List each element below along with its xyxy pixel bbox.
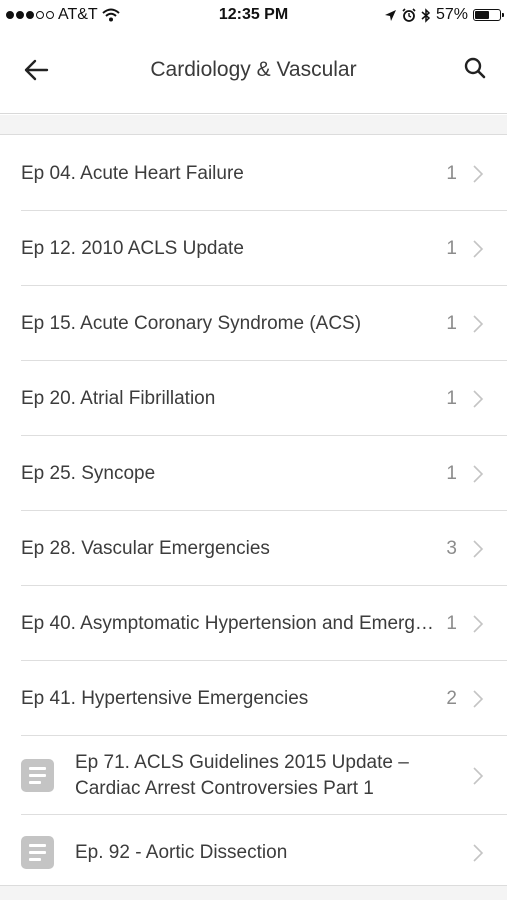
section-divider <box>0 115 507 135</box>
alarm-clock-icon <box>402 8 416 22</box>
list-item-count: 1 <box>446 237 457 259</box>
arrow-left-icon <box>24 59 49 81</box>
document-list-item[interactable]: Ep 71. ACLS Guidelines 2015 Update – Car… <box>0 736 507 815</box>
chevron-right-icon <box>473 614 484 633</box>
list-item-label: Ep 20. Atrial Fibrillation <box>21 387 216 409</box>
list-item[interactable]: Ep 15. Acute Coronary Syndrome (ACS) 1 <box>0 286 507 361</box>
chevron-right-icon <box>473 389 484 408</box>
search-icon <box>464 57 486 79</box>
list-item[interactable]: Ep 28. Vascular Emergencies 3 <box>0 511 507 586</box>
episode-list: Ep 04. Acute Heart Failure 1 Ep 12. 2010… <box>0 136 507 890</box>
list-footer <box>0 885 507 900</box>
chevron-right-icon <box>473 464 484 483</box>
list-item-count: 1 <box>446 387 457 409</box>
list-item[interactable]: Ep 20. Atrial Fibrillation 1 <box>0 361 507 436</box>
list-item-label: Ep 12. 2010 ACLS Update <box>21 237 244 259</box>
nav-bar: Cardiology & Vascular <box>0 30 507 114</box>
list-item-label: Ep 15. Acute Coronary Syndrome (ACS) <box>21 312 362 334</box>
back-button[interactable] <box>20 54 52 86</box>
chevron-right-icon <box>473 239 484 258</box>
chevron-right-icon <box>473 843 484 862</box>
battery-icon <box>473 9 504 21</box>
list-item[interactable]: Ep 25. Syncope 1 <box>0 436 507 511</box>
document-list-item[interactable]: Ep. 92 - Aortic Dissection <box>0 815 507 890</box>
list-item-count: 3 <box>446 537 457 559</box>
list-item-label: Ep 25. Syncope <box>21 462 156 484</box>
list-item-label: Ep 41. Hypertensive Emergencies <box>21 687 309 709</box>
list-item-count: 1 <box>446 612 457 634</box>
list-item-label: Ep 04. Acute Heart Failure <box>21 162 244 184</box>
document-icon <box>21 836 54 869</box>
document-item-label: Ep. 92 - Aortic Dissection <box>75 841 288 863</box>
chevron-right-icon <box>473 689 484 708</box>
chevron-right-icon <box>473 314 484 333</box>
list-item[interactable]: Ep 41. Hypertensive Emergencies 2 <box>0 661 507 736</box>
page-title: Cardiology & Vascular <box>150 58 357 81</box>
list-item[interactable]: Ep 12. 2010 ACLS Update 1 <box>0 211 507 286</box>
location-arrow-icon <box>384 9 396 21</box>
list-item-count: 1 <box>446 462 457 484</box>
chevron-right-icon <box>473 539 484 558</box>
list-item-count: 1 <box>446 312 457 334</box>
document-icon <box>21 759 54 792</box>
list-item-label: Ep 40. Asymptomatic Hypertension and Eme… <box>21 612 434 634</box>
list-item[interactable]: Ep 40. Asymptomatic Hypertension and Eme… <box>0 586 507 661</box>
battery-percent: 57% <box>435 6 468 23</box>
list-item-count: 2 <box>446 687 457 709</box>
list-item-count: 1 <box>446 162 457 184</box>
chevron-right-icon <box>473 164 484 183</box>
list-item[interactable]: Ep 04. Acute Heart Failure 1 <box>0 136 507 211</box>
search-button[interactable] <box>459 52 491 84</box>
status-bar-right: 57% <box>384 6 504 24</box>
list-item-label: Ep 28. Vascular Emergencies <box>21 537 270 559</box>
bluetooth-icon <box>421 7 431 23</box>
status-bar: AT&T 12:35 PM 57% <box>0 0 507 30</box>
chevron-right-icon <box>473 766 484 785</box>
battery-level <box>475 11 489 19</box>
document-item-label: Ep 71. ACLS Guidelines 2015 Update – Car… <box>75 751 409 799</box>
